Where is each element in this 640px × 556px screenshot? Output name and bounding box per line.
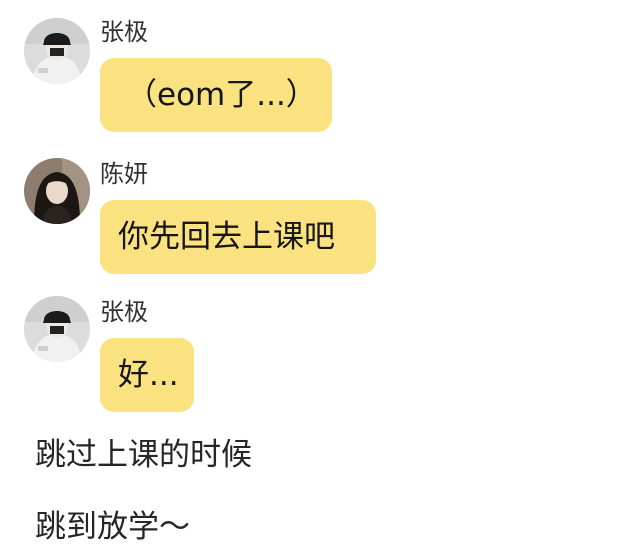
narration-text: 跳到放学～ xyxy=(35,509,190,545)
sender-name: 陈妍 xyxy=(100,160,148,188)
user-avatar-black-hat-icon[interactable] xyxy=(24,18,90,84)
user-avatar-dark-hair-icon[interactable] xyxy=(24,158,90,224)
message-bubble[interactable]: （eom了...） xyxy=(100,58,332,132)
sender-name: 张极 xyxy=(100,298,148,326)
narration-text: 跳过上课的时候 xyxy=(35,437,252,473)
message-bubble[interactable]: 好... xyxy=(100,338,194,412)
sender-name: 张极 xyxy=(100,18,148,46)
message-bubble[interactable]: 你先回去上课吧 xyxy=(100,200,376,274)
user-avatar-black-hat-icon[interactable] xyxy=(24,296,90,362)
